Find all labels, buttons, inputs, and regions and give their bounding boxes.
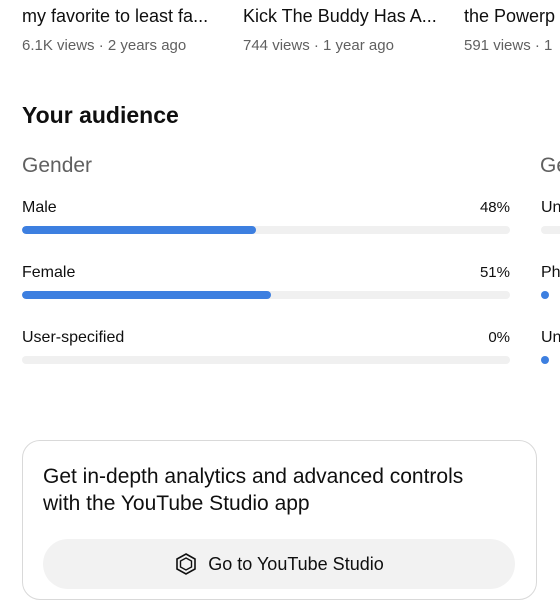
second-card-row-label: Un (541, 329, 560, 346)
gender-row-percent: 51% (479, 264, 510, 281)
gender-bar-fill (22, 226, 257, 234)
gender-bar-track (22, 291, 510, 299)
studio-icon (176, 553, 197, 575)
second-card-bar-dot (541, 356, 549, 364)
gender-row-label: User-specified (22, 329, 125, 346)
video-title[interactable]: the Powerp (464, 4, 560, 28)
gender-row-label: Male (22, 199, 57, 216)
second-card-bar-dot (541, 291, 549, 299)
section-title: Your audience (22, 102, 179, 128)
gender-row-percent: 0% (488, 329, 510, 346)
gender-bar-track (22, 226, 510, 234)
second-card-row-label: Un (541, 199, 560, 216)
second-card-heading: Ge (540, 154, 560, 177)
video-title[interactable]: Kick The Buddy Has A... (243, 4, 451, 28)
video-title[interactable]: my favorite to least fa... (22, 4, 232, 28)
gender-heading: Gender (22, 154, 93, 177)
video-meta: 6.1K views · 2 years ago (22, 37, 187, 54)
gender-bar-fill (22, 291, 271, 299)
second-card-row-label: Ph (541, 264, 560, 281)
second-card-bar-track (541, 226, 560, 234)
gender-row-percent: 48% (479, 199, 510, 216)
video-meta: 744 views · 1 year ago (243, 37, 394, 54)
go-to-studio-button[interactable]: Go to YouTube Studio (43, 539, 515, 589)
gender-bar-track (22, 356, 510, 364)
studio-promo-text: Get in-depth analytics and advanced cont… (43, 465, 464, 515)
gender-row-label: Female (22, 264, 76, 281)
go-to-studio-label: Go to YouTube Studio (208, 553, 384, 574)
video-meta: 591 views · 1 (464, 37, 553, 54)
